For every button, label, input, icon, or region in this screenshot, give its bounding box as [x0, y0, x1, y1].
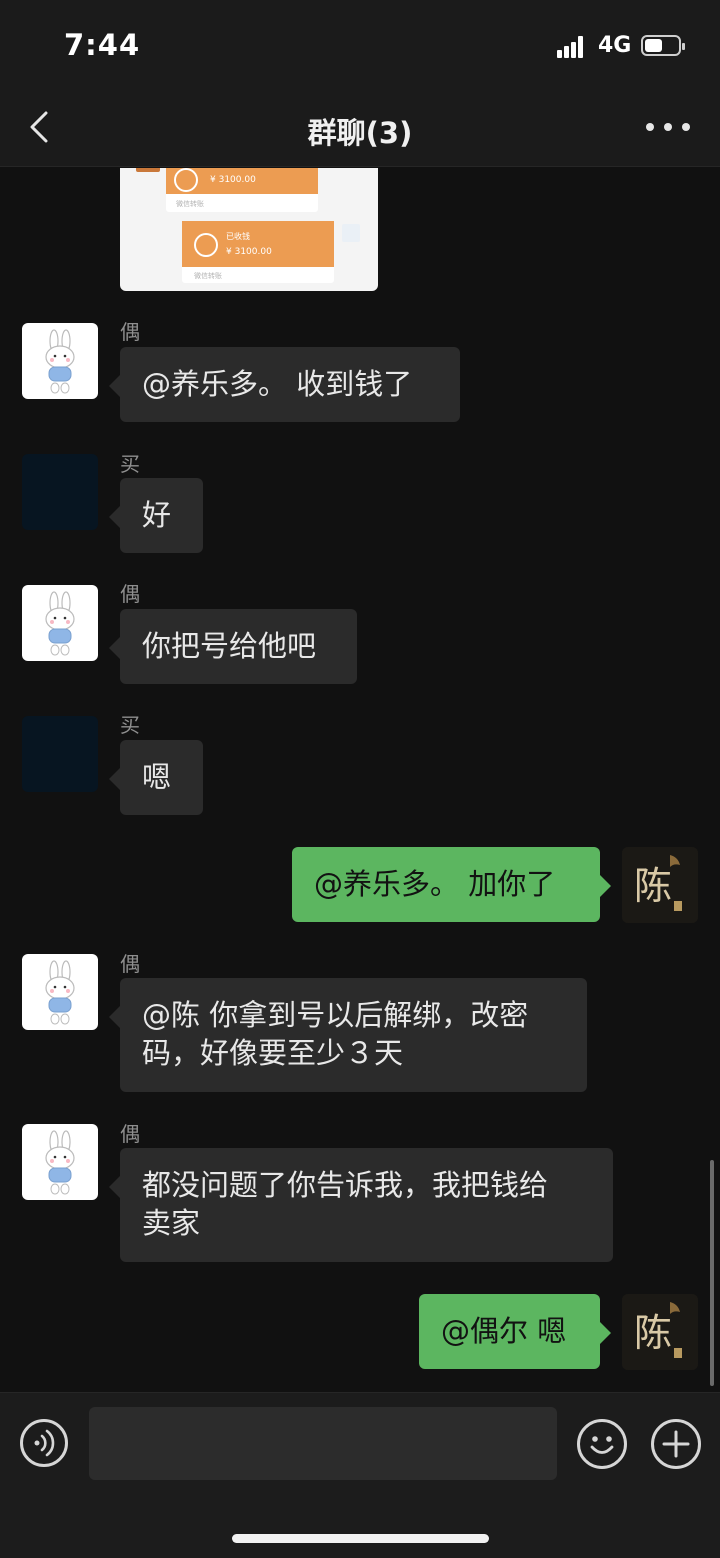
- signal-strength-icon: [557, 36, 589, 58]
- status-time: 7:44: [64, 28, 141, 62]
- plus-icon: [662, 1430, 690, 1458]
- message-line: @陈 你拿到号以后解绑，改密: [142, 998, 529, 1032]
- dot-icon: [646, 123, 654, 131]
- message-bubble-self[interactable]: @养乐多。 加你了: [292, 847, 611, 922]
- svg-text:陈: 陈: [634, 1311, 672, 1355]
- avatar-maihao[interactable]: [22, 716, 98, 792]
- avatar-ouer[interactable]: [22, 585, 98, 661]
- rabbit-avatar-icon: [45, 591, 75, 656]
- message-line: 码，好像要至少３天: [142, 1036, 404, 1070]
- network-type: 4G: [598, 33, 632, 58]
- avatar-ouer[interactable]: [22, 1124, 98, 1200]
- chat-message-list[interactable]: ¥ 3100.00 微信转账 已收钱 ¥ 3100.00 微信转账 偶 @养乐多…: [0, 168, 720, 1392]
- message-bubble[interactable]: 嗯: [109, 740, 203, 815]
- battery-icon: [641, 35, 685, 56]
- dot-icon: [682, 123, 690, 131]
- more-options-button[interactable]: [646, 112, 690, 142]
- avatar-chen[interactable]: 陈: [622, 847, 698, 923]
- status-bar: 7:44 4G: [0, 0, 720, 90]
- voice-input-button[interactable]: [20, 1419, 68, 1467]
- avatar-maihao[interactable]: [22, 454, 98, 530]
- message-bubble[interactable]: 你把号给他吧: [109, 609, 357, 684]
- message-bubble[interactable]: @陈 你拿到号以后解绑，改密 码，好像要至少３天: [109, 978, 587, 1092]
- avatar-chen[interactable]: 陈: [622, 1294, 698, 1370]
- smiley-icon: [590, 1436, 614, 1454]
- avatar-ouer[interactable]: [22, 954, 98, 1030]
- dot-icon: [664, 123, 672, 131]
- more-functions-button[interactable]: [651, 1419, 701, 1469]
- image-message-transfer-screenshot[interactable]: ¥ 3100.00 微信转账 已收钱 ¥ 3100.00 微信转账: [120, 168, 378, 291]
- chat-scrollbar[interactable]: [710, 1160, 714, 1386]
- emoji-button[interactable]: [577, 1419, 627, 1469]
- avatar-ouer[interactable]: [22, 323, 98, 399]
- message-line: 卖家: [142, 1206, 201, 1240]
- rabbit-avatar-icon: [45, 1130, 75, 1195]
- message-bubble[interactable]: 都没问题了你告诉我，我把钱给 卖家: [109, 1148, 613, 1262]
- home-indicator[interactable]: [232, 1534, 489, 1543]
- calligraphy-avatar-icon: 陈: [622, 847, 698, 923]
- rabbit-avatar-icon: [45, 329, 75, 394]
- voice-icon: [34, 1429, 55, 1457]
- message-line: 都没问题了你告诉我，我把钱给: [142, 1168, 549, 1202]
- message-bubble[interactable]: 好: [109, 478, 203, 553]
- nav-bar: 群聊(3): [0, 90, 720, 167]
- calligraphy-avatar-icon: 陈: [622, 1294, 698, 1370]
- rabbit-avatar-icon: [45, 960, 75, 1025]
- message-input[interactable]: [89, 1407, 557, 1480]
- input-bar: [0, 1392, 720, 1558]
- svg-text:陈: 陈: [634, 864, 672, 908]
- message-bubble-self[interactable]: @偶尔 嗯: [419, 1294, 611, 1369]
- chat-title: 群聊(3): [307, 116, 413, 150]
- message-bubble[interactable]: @养乐多。 收到钱了: [109, 347, 460, 422]
